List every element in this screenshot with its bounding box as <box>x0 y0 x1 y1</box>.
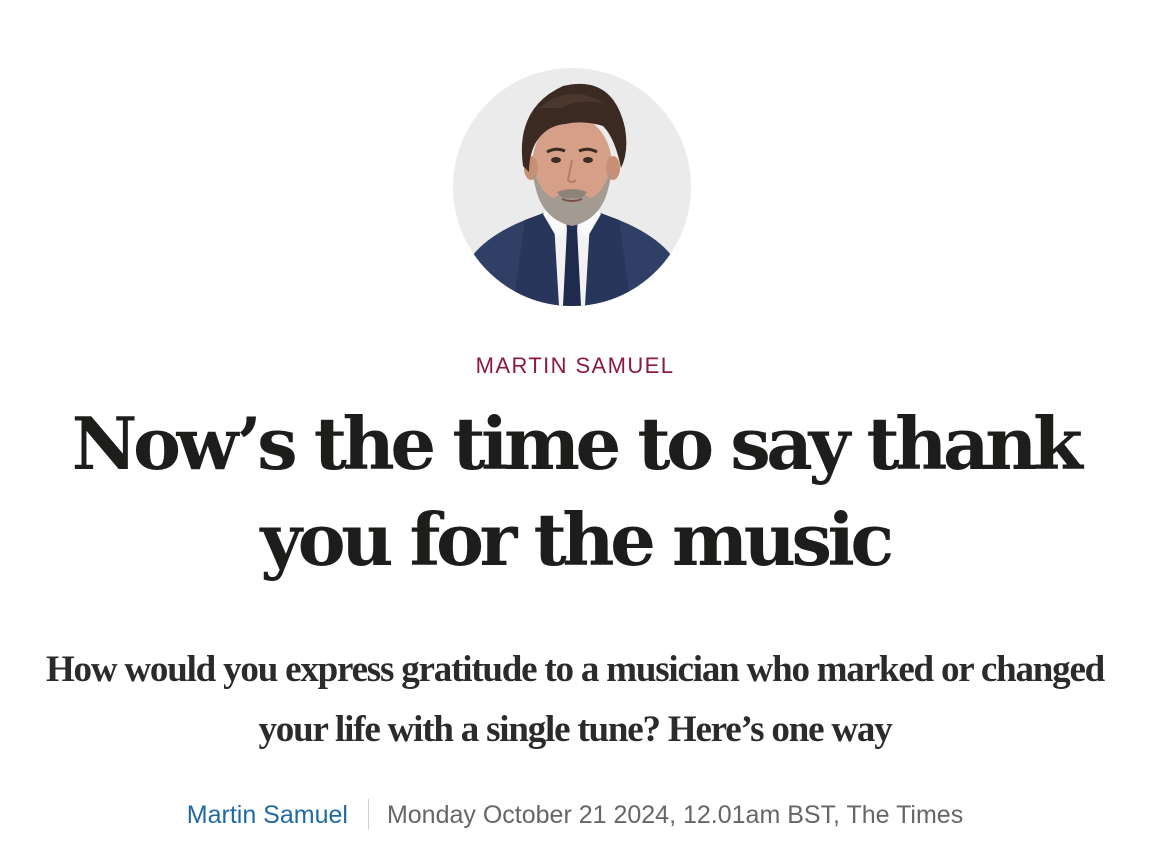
byline-author-link[interactable]: Martin Samuel <box>187 801 348 829</box>
byline-dateline: Monday October 21 2024, 12.01am BST, The… <box>386 801 964 829</box>
author-avatar <box>453 68 691 306</box>
article-standfirst: How would you express gratitude to a mus… <box>45 649 1105 750</box>
author-kicker[interactable]: MARTIN SAMUEL <box>0 352 1150 380</box>
author-portrait-image <box>463 83 681 306</box>
article-byline: Martin Samuel Monday October 21 2024, 12.… <box>0 798 1150 832</box>
article-headline: Now’s the time to say thank you for the … <box>71 401 1083 582</box>
byline-divider <box>367 799 369 829</box>
article-header: MARTIN SAMUEL Now’s the time to say than… <box>0 0 1150 866</box>
